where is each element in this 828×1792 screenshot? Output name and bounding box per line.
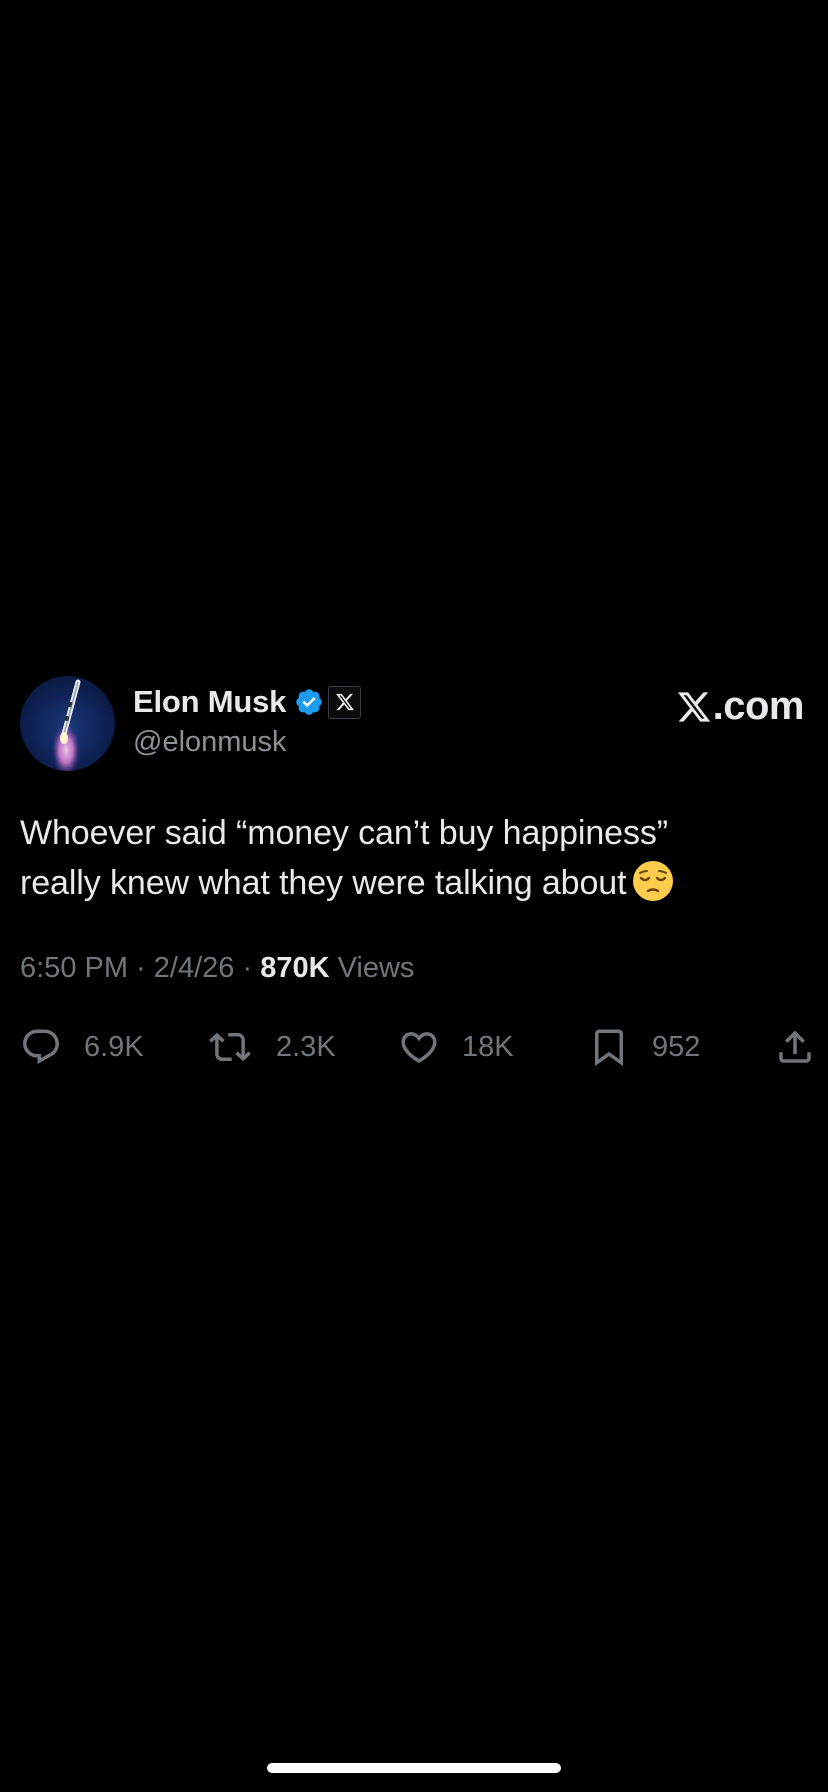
- x-com-watermark: .com: [675, 684, 805, 729]
- tweet-header: Elon Musk @elonmusk .com: [20, 676, 810, 772]
- x-logo-icon: [677, 691, 710, 722]
- author-name-row: Elon Musk: [133, 682, 362, 722]
- tweet-text-line-1: Whoever said “money can’t buy happiness”: [20, 814, 668, 852]
- bookmark-button[interactable]: 952: [588, 1024, 700, 1070]
- pensive-face-emoji-icon: [632, 860, 674, 902]
- affiliation-badge-x-logo-icon[interactable]: [328, 685, 362, 719]
- brand-suffix: .com: [712, 684, 805, 728]
- share-icon: [779, 1030, 811, 1063]
- verified-badge-icon: [294, 687, 324, 717]
- reply-button[interactable]: 6.9K: [20, 1024, 144, 1070]
- heart-icon: [401, 1032, 437, 1064]
- author-display-name[interactable]: Elon Musk: [133, 684, 286, 720]
- rocket-launch-image: [52, 679, 81, 771]
- tweet-date[interactable]: 2/4/26: [154, 952, 235, 984]
- home-indicator[interactable]: [267, 1763, 561, 1773]
- views-count: 870K: [260, 952, 330, 984]
- avatar[interactable]: [20, 676, 115, 771]
- repost-button[interactable]: 2.3K: [206, 1024, 336, 1070]
- like-count: 18K: [462, 1030, 514, 1063]
- bookmark-icon: [595, 1029, 623, 1067]
- tweet-time[interactable]: 6:50 PM: [20, 952, 128, 984]
- bookmark-count: 952: [652, 1030, 701, 1063]
- share-button[interactable]: [774, 1024, 816, 1070]
- reply-count: 6.9K: [84, 1030, 144, 1063]
- tweet-card: Elon Musk @elonmusk .com Whoever said “m…: [20, 676, 811, 1070]
- tweet-text-line-2-text: really knew what they were talking about: [20, 864, 627, 902]
- like-button[interactable]: 18K: [398, 1024, 514, 1070]
- author-handle[interactable]: @elonmusk: [133, 726, 287, 759]
- views-label: Views: [329, 952, 415, 984]
- tweet-text: Whoever said “money can’t buy happiness”…: [20, 808, 810, 908]
- repost-count: 2.3K: [276, 1030, 336, 1063]
- reply-icon: [23, 1029, 59, 1064]
- tweet-meta: 6:50 PM · 2/4/26 · 870K Views: [20, 952, 810, 992]
- repost-icon: [209, 1032, 251, 1062]
- tweet-text-line-2: really knew what they were talking about: [20, 858, 810, 908]
- meta-separator: ·: [128, 952, 154, 984]
- tweet-actions: 6.9K 2.3K 18K 952: [20, 1024, 811, 1070]
- meta-separator: ·: [234, 952, 261, 984]
